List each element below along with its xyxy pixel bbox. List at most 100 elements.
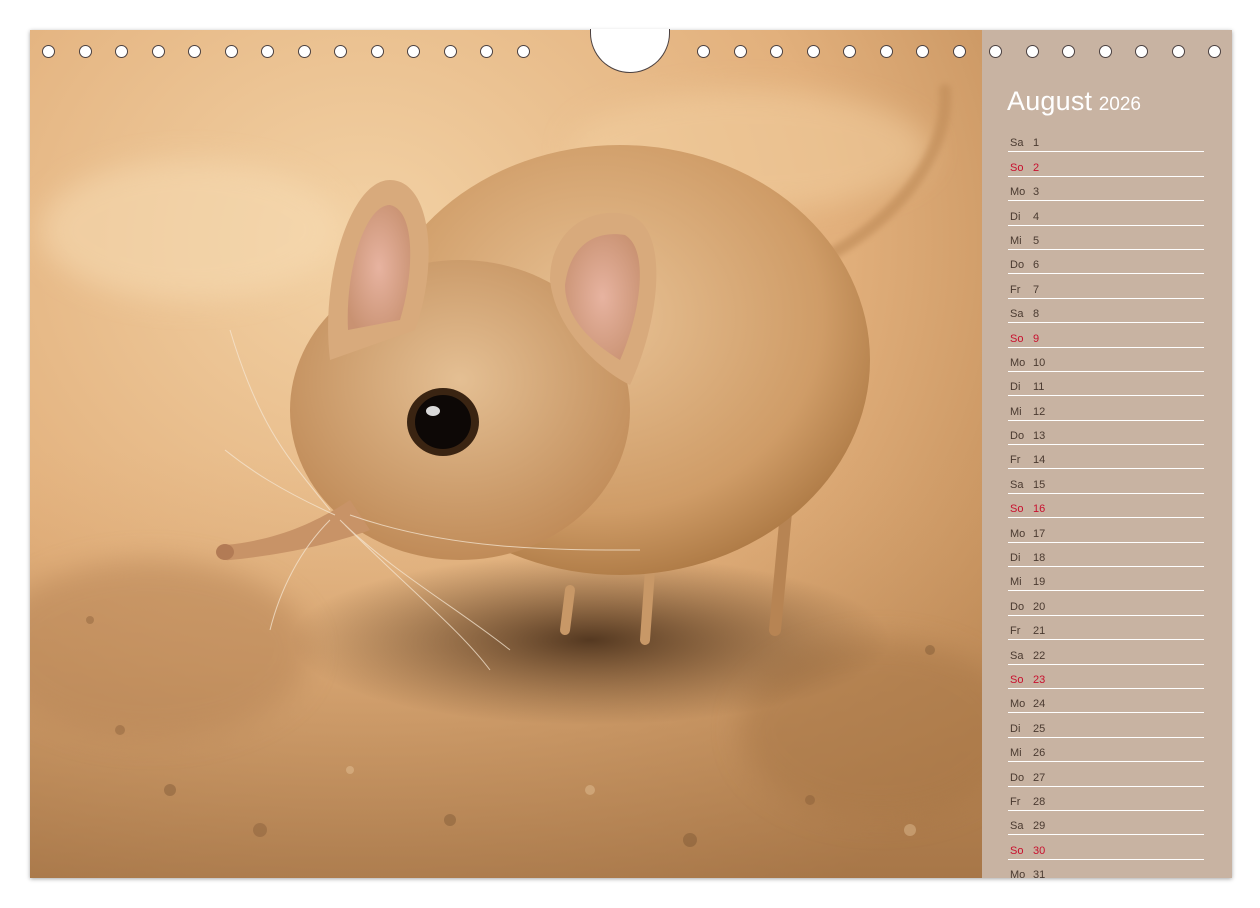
day-number: 15	[1033, 478, 1046, 491]
day-row: Mo 3	[1008, 179, 1204, 202]
weekday-label: Fr	[1010, 795, 1021, 808]
day-row: Sa 15	[1008, 471, 1204, 494]
day-number: 9	[1033, 332, 1040, 345]
day-number: 26	[1033, 747, 1046, 760]
weekday-label: Mi	[1010, 234, 1022, 247]
day-row: So 23	[1008, 667, 1204, 689]
weekday-label: So	[1010, 673, 1024, 686]
day-number: 7	[1033, 283, 1040, 296]
day-row: Fr 28	[1008, 789, 1204, 811]
weekday-label: Fr	[1010, 283, 1021, 296]
weekday-label: Di	[1010, 381, 1021, 394]
day-row: Sa 22	[1008, 642, 1204, 665]
day-number: 21	[1033, 625, 1046, 638]
day-row: Do 27	[1008, 764, 1204, 787]
day-number: 27	[1033, 771, 1046, 784]
day-row: Fr 21	[1008, 618, 1204, 641]
day-row: Mi 26	[1008, 740, 1204, 763]
weekday-label: Mo	[1010, 869, 1026, 878]
elephant-shrew-photo	[30, 30, 982, 878]
day-row: Mo 31	[1008, 862, 1204, 878]
day-row: Fr 7	[1008, 276, 1204, 299]
day-number: 5	[1033, 234, 1040, 247]
weekday-label: Mi	[1010, 576, 1022, 589]
day-number: 14	[1033, 454, 1046, 467]
day-number: 19	[1033, 576, 1046, 589]
weekday-label: Sa	[1010, 820, 1024, 833]
day-number: 1	[1033, 137, 1040, 150]
day-number: 25	[1033, 722, 1046, 735]
day-row: So 16	[1008, 496, 1204, 519]
day-number: 6	[1033, 259, 1040, 272]
day-number: 22	[1033, 649, 1046, 662]
month-name: August	[1007, 86, 1093, 116]
day-number: 30	[1033, 844, 1046, 857]
weekday-label: So	[1010, 161, 1024, 174]
weekday-label: Di	[1010, 210, 1021, 223]
day-number: 29	[1033, 820, 1046, 833]
day-row: Di 11	[1008, 374, 1204, 397]
weekday-label: Mi	[1010, 747, 1022, 760]
day-row: Di 4	[1008, 203, 1204, 226]
day-row: Di 25	[1008, 715, 1204, 738]
day-number: 17	[1033, 527, 1046, 540]
weekday-label: So	[1010, 503, 1024, 516]
weekday-label: So	[1010, 332, 1024, 345]
year-label: 2026	[1098, 94, 1141, 115]
day-number: 10	[1033, 356, 1046, 369]
weekday-label: Sa	[1010, 649, 1024, 662]
day-number: 4	[1033, 210, 1040, 223]
weekday-label: Mo	[1010, 527, 1026, 540]
day-row: Mo 17	[1008, 520, 1204, 543]
day-number: 8	[1033, 308, 1040, 321]
weekday-label: Sa	[1010, 137, 1024, 150]
day-row: Do 6	[1008, 252, 1204, 275]
weekday-label: Do	[1010, 430, 1025, 443]
calendar-page: August 2026 Sa 1 So 2 Mo 3 Di 4 Mi 5 Do 6 Fr 7 Sa 8 So 9 M…	[30, 30, 1232, 878]
day-row: Mo 10	[1008, 350, 1204, 372]
weekday-label: So	[1010, 844, 1024, 857]
day-row: Sa 29	[1008, 813, 1204, 836]
day-row: So 9	[1008, 325, 1204, 348]
weekday-label: Fr	[1010, 625, 1021, 638]
day-number: 31	[1033, 869, 1046, 878]
weekday-label: Do	[1010, 259, 1025, 272]
day-number: 2	[1033, 161, 1040, 174]
calendar-day-panel: August 2026 Sa 1 So 2 Mo 3 Di 4 Mi 5 Do 6 Fr 7 Sa 8 So 9 M…	[982, 30, 1232, 878]
weekday-label: Sa	[1010, 478, 1024, 491]
weekday-label: Di	[1010, 722, 1021, 735]
weekday-label: Mi	[1010, 405, 1022, 418]
weekday-label: Do	[1010, 600, 1025, 613]
day-row: Mi 12	[1008, 398, 1204, 421]
day-number: 23	[1033, 673, 1046, 686]
day-row: So 2	[1008, 154, 1204, 177]
day-row: So 30	[1008, 837, 1204, 860]
day-number: 12	[1033, 405, 1046, 418]
day-row: Fr 14	[1008, 447, 1204, 470]
weekday-label: Mo	[1010, 186, 1026, 199]
weekday-label: Mo	[1010, 356, 1026, 369]
day-number: 13	[1033, 430, 1046, 443]
day-number: 24	[1033, 698, 1046, 711]
day-row: Mi 19	[1008, 569, 1204, 592]
day-number: 3	[1033, 186, 1040, 199]
day-row: Mo 24	[1008, 691, 1204, 714]
day-number: 20	[1033, 600, 1046, 613]
weekday-label: Mo	[1010, 698, 1026, 711]
day-row: Di 18	[1008, 545, 1204, 568]
day-list: Sa 1 So 2 Mo 3 Di 4 Mi 5 Do 6 Fr 7 Sa 8 So 9 Mo 10 Di 11 Mi 12 D…	[1008, 130, 1204, 878]
weekday-label: Di	[1010, 552, 1021, 565]
month-title: August 2026	[1007, 86, 1141, 117]
day-number: 28	[1033, 795, 1046, 808]
day-number: 18	[1033, 552, 1046, 565]
day-row: Do 20	[1008, 593, 1204, 616]
day-row: Mi 5	[1008, 228, 1204, 250]
day-number: 11	[1033, 381, 1045, 394]
weekday-label: Do	[1010, 771, 1025, 784]
day-row: Sa 8	[1008, 301, 1204, 324]
day-row: Do 13	[1008, 423, 1204, 446]
weekday-label: Fr	[1010, 454, 1021, 467]
day-number: 16	[1033, 503, 1046, 516]
weekday-label: Sa	[1010, 308, 1024, 321]
day-row: Sa 1	[1008, 130, 1204, 153]
